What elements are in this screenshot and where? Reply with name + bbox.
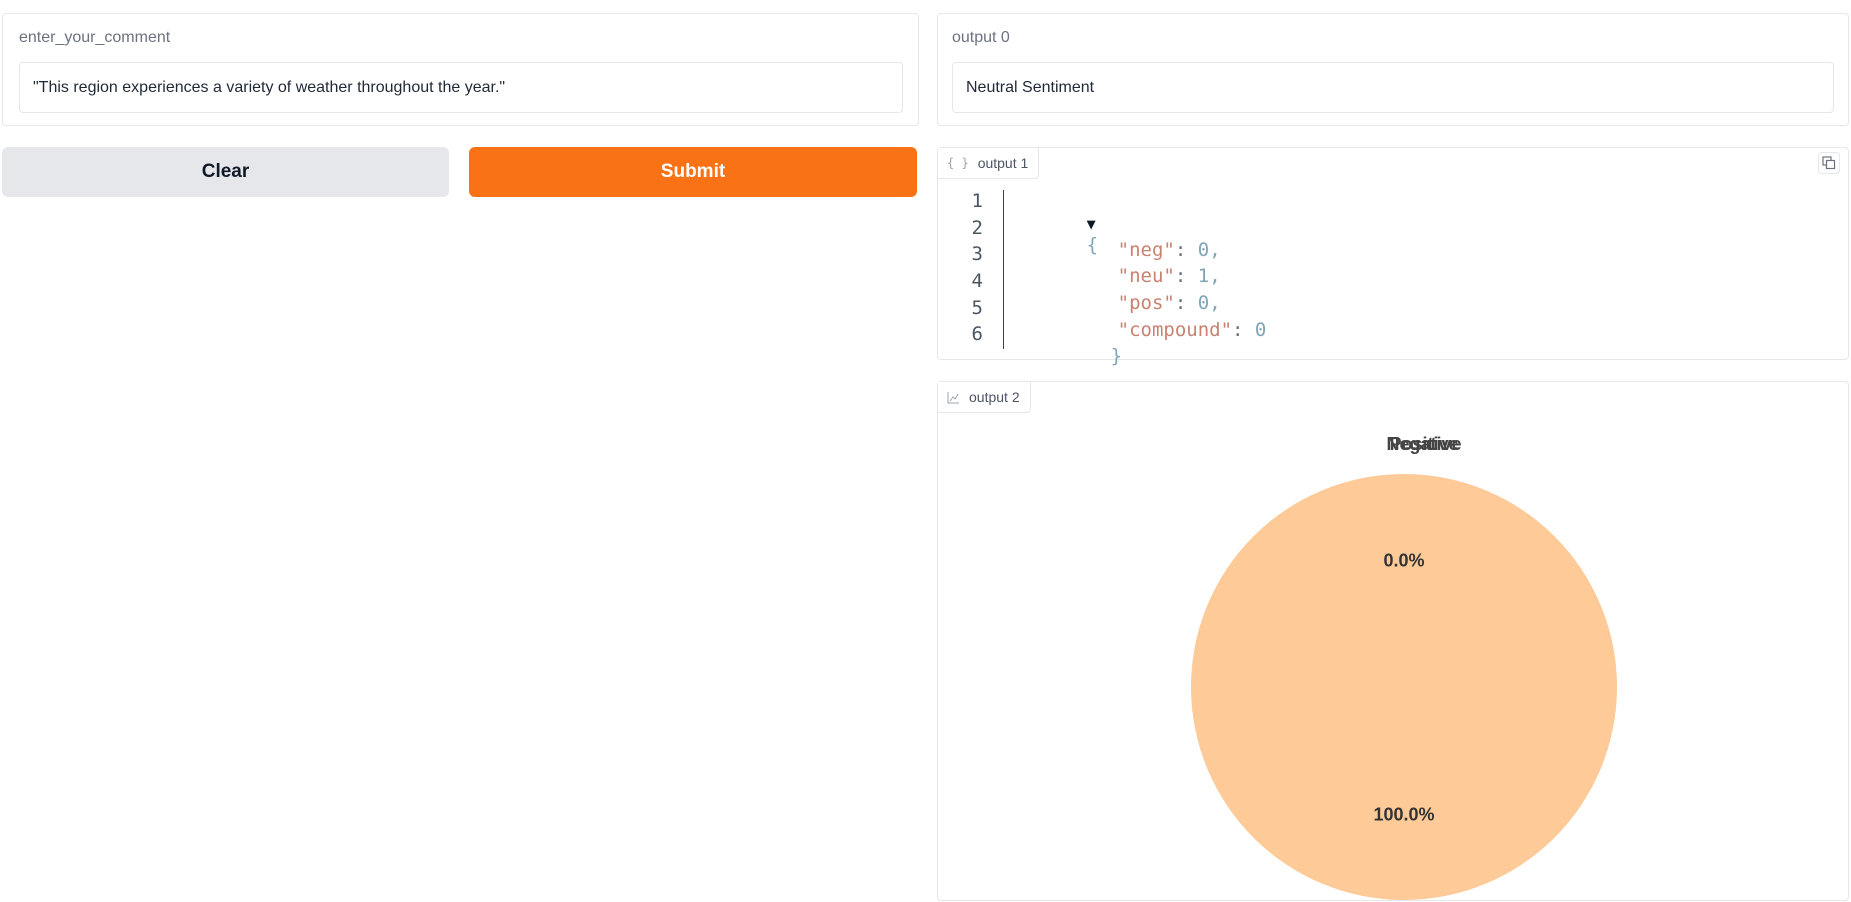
input-label: enter_your_comment [19,29,171,46]
output-2-block: output 2 Positive Negative 0.0% 100.0% [937,381,1849,901]
slice-label-hundred: 100.0% [1373,804,1435,825]
output-0-label: output 0 [952,29,1010,46]
line-number: 2 [971,217,983,239]
json-viewer: 1 2 3 4 5 6 ▼ { "neg": 0, "neu": 1, "pos… [938,148,1848,367]
line-number: 5 [971,297,983,319]
clear-button[interactable]: Clear [2,147,449,197]
legend-label-negative: Negative [1386,434,1462,454]
output-0-block: output 0 Neutral Sentiment [937,13,1849,126]
line-number: 4 [971,270,983,292]
submit-button[interactable]: Submit [469,147,917,197]
output-0-textbox: Neutral Sentiment [952,62,1834,113]
input-block: enter_your_comment "This region experien… [2,13,919,126]
pie-slice-neutral [1191,474,1617,900]
json-value: 0 [1254,319,1267,341]
json-line: } [1042,323,1122,389]
slice-label-zero: 0.0% [1383,550,1425,571]
line-number: 1 [971,190,983,212]
gutter-divider [1003,190,1004,349]
line-number: 3 [971,243,983,265]
close-brace: } [1110,345,1123,367]
output-1-block: { } output 1 1 2 3 4 5 6 ▼ { "neg": 0, "… [937,147,1849,367]
line-number: 6 [971,323,983,345]
json-key: "compound" [1117,319,1233,341]
comment-input[interactable]: "This region experiences a variety of we… [19,62,903,113]
